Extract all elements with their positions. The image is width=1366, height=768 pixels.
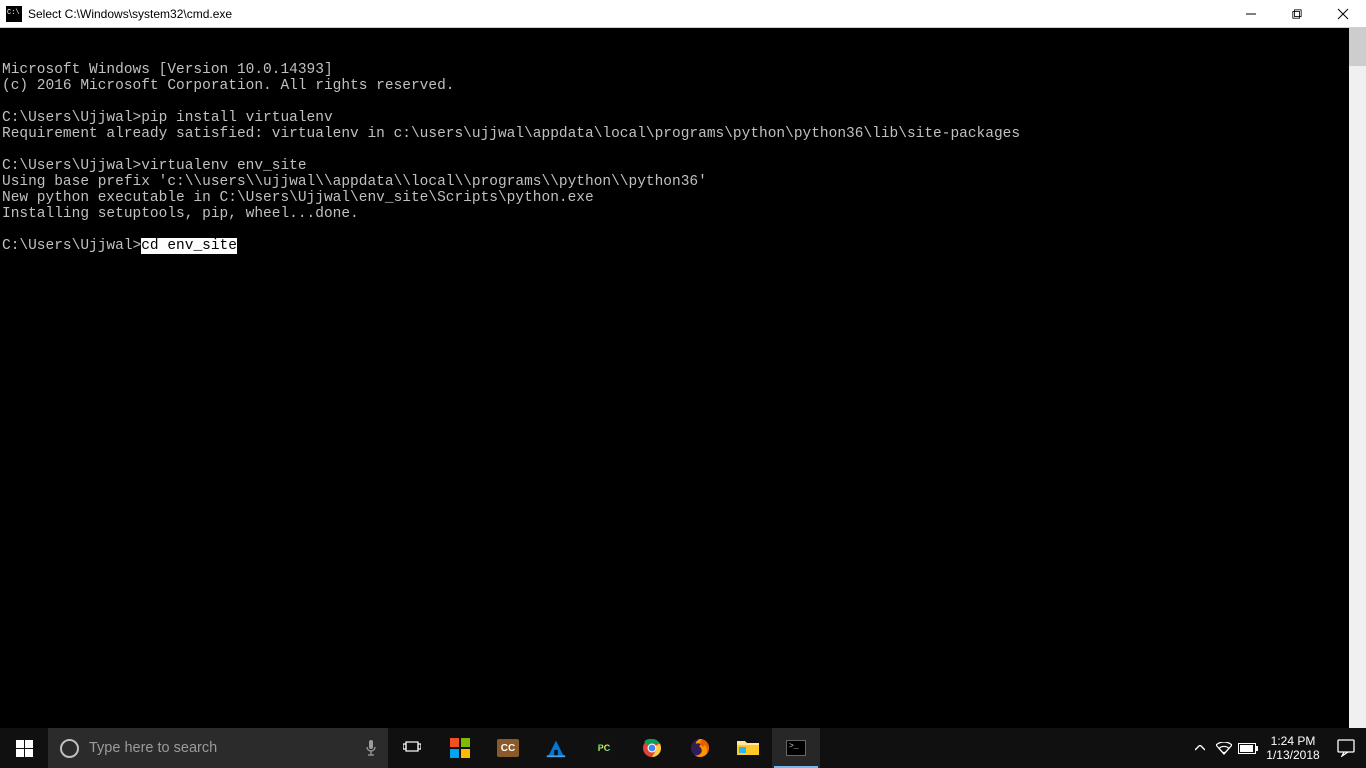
- firefox-icon: [690, 738, 710, 758]
- taskbar-app-microsoft-store[interactable]: [436, 728, 484, 768]
- clock-date: 1/13/2018: [1266, 748, 1319, 762]
- windows-logo-icon: [16, 740, 33, 757]
- console-area[interactable]: Microsoft Windows [Version 10.0.14393] (…: [0, 28, 1366, 728]
- battery-icon: [1238, 743, 1258, 754]
- search-placeholder: Type here to search: [89, 740, 354, 756]
- taskbar-app-firefox[interactable]: [676, 728, 724, 768]
- taskbar-app-pycharm[interactable]: PC: [580, 728, 628, 768]
- close-button[interactable]: [1320, 0, 1366, 28]
- tiles-icon: [450, 738, 470, 758]
- clock-time: 1:24 PM: [1271, 734, 1316, 748]
- taskbar-app-cc[interactable]: CC: [484, 728, 532, 768]
- taskbar-apps: CC PC: [436, 728, 820, 768]
- cortana-icon: [60, 739, 79, 758]
- task-view-button[interactable]: [388, 728, 436, 768]
- file-explorer-icon: [737, 739, 759, 757]
- maximize-button[interactable]: [1274, 0, 1320, 28]
- system-tray: 1:24 PM 1/13/2018: [1188, 728, 1366, 768]
- cmd-window: Select C:\Windows\system32\cmd.exe Micro…: [0, 0, 1366, 728]
- titlebar[interactable]: Select C:\Windows\system32\cmd.exe: [0, 0, 1366, 28]
- notification-icon: [1337, 739, 1355, 757]
- tray-wifi[interactable]: [1212, 728, 1236, 768]
- minimize-button[interactable]: [1228, 0, 1274, 28]
- taskbar: Type here to search CC PC: [0, 728, 1366, 768]
- chrome-icon: [642, 738, 662, 758]
- microphone-icon[interactable]: [364, 738, 378, 758]
- console-prompt: C:\Users\Ujjwal>: [2, 238, 141, 254]
- search-box[interactable]: Type here to search: [48, 728, 388, 768]
- console-output: Microsoft Windows [Version 10.0.14393] (…: [2, 62, 1366, 238]
- taskbar-app-file-explorer[interactable]: [724, 728, 772, 768]
- taskbar-app-settings[interactable]: [532, 728, 580, 768]
- console-scrollbar[interactable]: [1349, 28, 1366, 728]
- task-view-icon: [403, 741, 421, 755]
- console-selected-input[interactable]: cd env_site: [141, 238, 237, 254]
- tray-overflow-button[interactable]: [1188, 728, 1212, 768]
- taskbar-app-cmd[interactable]: [772, 728, 820, 768]
- start-button[interactable]: [0, 728, 48, 768]
- cc-icon: CC: [497, 739, 519, 757]
- action-center-button[interactable]: [1326, 739, 1366, 757]
- cmd-app-icon: [6, 6, 22, 22]
- pycharm-icon: PC: [593, 737, 615, 759]
- cmd-icon: [786, 740, 806, 756]
- window-title: Select C:\Windows\system32\cmd.exe: [28, 0, 1228, 28]
- scrollbar-thumb[interactable]: [1349, 28, 1366, 66]
- settings-icon: [545, 737, 567, 759]
- tray-clock[interactable]: 1:24 PM 1/13/2018: [1260, 734, 1326, 762]
- chevron-up-icon: [1195, 745, 1205, 751]
- tray-battery[interactable]: [1236, 728, 1260, 768]
- taskbar-app-chrome[interactable]: [628, 728, 676, 768]
- wifi-icon: [1216, 742, 1232, 755]
